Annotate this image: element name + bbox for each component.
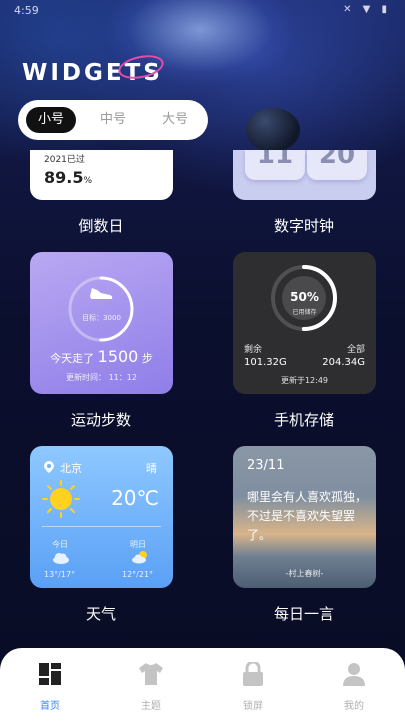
nav-profile-label: 我的 bbox=[344, 701, 364, 712]
digital-clock-label: 数字时钟 bbox=[273, 217, 334, 235]
steps-summary: 今天走了 1500 步 bbox=[50, 347, 153, 366]
clock-minute: 20 bbox=[307, 150, 367, 180]
clock-hour: 11 bbox=[245, 150, 305, 180]
storage-total-value: 204.34G bbox=[322, 357, 365, 368]
nav-theme[interactable]: 主题 bbox=[121, 662, 181, 712]
shirt-icon bbox=[139, 663, 163, 685]
steps-label: 运动步数 bbox=[70, 411, 131, 429]
weather-divider bbox=[42, 526, 161, 527]
sun-cloud-icon bbox=[132, 551, 147, 564]
planet-decoration bbox=[246, 108, 300, 152]
steps-count: 1500 bbox=[97, 347, 139, 366]
steps-update-time: 更新时间： 11：12 bbox=[66, 373, 137, 382]
countdown-percent: 89.5% bbox=[44, 168, 93, 187]
quote-label: 每日一言 bbox=[273, 605, 334, 623]
weather-city: 北京 bbox=[60, 462, 82, 475]
weather-widget[interactable]: 北京 晴 20℃ 今日 明日 13°/17° 12°/21° bbox=[30, 446, 173, 588]
sun-icon bbox=[42, 480, 80, 518]
storage-used-caption: 已用储存 bbox=[292, 309, 317, 316]
status-icons: ✕ ▼ ▮ bbox=[343, 4, 391, 15]
quote-author: -村上春树- bbox=[285, 569, 324, 578]
storage-progress-ring bbox=[271, 265, 337, 331]
storage-label: 手机存储 bbox=[273, 411, 334, 429]
lock-icon bbox=[243, 660, 263, 686]
nav-home[interactable]: 首页 bbox=[20, 662, 80, 712]
countdown-label: 倒数日 bbox=[78, 217, 124, 235]
quote-text: 哪里会有人喜欢孤独，不过是不喜欢失望罢了。 bbox=[247, 490, 368, 542]
steps-target: 目标：3000 bbox=[82, 314, 121, 322]
digital-clock-widget[interactable]: 11 20 bbox=[233, 150, 376, 200]
storage-total-label: 全部 bbox=[346, 345, 365, 355]
cloud-icon bbox=[53, 553, 69, 564]
bottom-navigation: 首页 主题 锁屏 我的 bbox=[0, 648, 405, 721]
weather-temp: 20℃ bbox=[111, 486, 159, 510]
tab-small[interactable]: 小号 bbox=[26, 107, 76, 133]
location-pin-icon bbox=[44, 461, 54, 473]
status-bar: 4:59 ✕ ▼ ▮ bbox=[14, 4, 391, 20]
nav-lockscreen[interactable]: 锁屏 bbox=[223, 660, 283, 712]
countdown-widget[interactable]: 2021已过 89.5% bbox=[30, 150, 173, 200]
storage-remaining-label: 剩余 bbox=[244, 345, 263, 355]
storage-remaining-value: 101.32G bbox=[244, 357, 287, 368]
nav-theme-label: 主题 bbox=[141, 701, 161, 712]
weather-tomorrow-range: 12°/21° bbox=[122, 570, 154, 579]
person-icon bbox=[343, 663, 365, 686]
weather-today-label: 今日 bbox=[52, 540, 68, 549]
steps-widget[interactable]: 目标：3000 今天走了 1500 步 更新时间： 11：12 bbox=[30, 252, 173, 394]
tab-large[interactable]: 大号 bbox=[150, 107, 200, 133]
weather-today-range: 13°/17° bbox=[44, 570, 76, 579]
shoe-icon bbox=[90, 288, 113, 299]
home-grid-icon bbox=[39, 663, 61, 685]
quote-date: 23/11 bbox=[247, 458, 285, 473]
quote-widget[interactable]: 23/11 哪里会有人喜欢孤独，不过是不喜欢失望罢了。 -村上春树- bbox=[233, 446, 376, 588]
storage-widget[interactable]: 50% 已用储存 剩余 全部 101.32G 204.34G 更新于12:49 bbox=[233, 252, 376, 394]
tab-medium[interactable]: 中号 bbox=[88, 107, 138, 133]
size-tab-bar: 小号 中号 大号 bbox=[18, 100, 208, 140]
countdown-caption: 2021已过 bbox=[44, 155, 85, 165]
nav-lockscreen-label: 锁屏 bbox=[243, 701, 263, 712]
storage-updated: 更新于12:49 bbox=[280, 376, 329, 385]
weather-tomorrow-label: 明日 bbox=[130, 540, 146, 549]
weather-condition: 晴 bbox=[146, 462, 157, 475]
nav-profile[interactable]: 我的 bbox=[324, 662, 384, 712]
nav-home-label: 首页 bbox=[40, 701, 60, 712]
status-time: 4:59 bbox=[14, 4, 39, 17]
storage-percent: 50% bbox=[290, 290, 319, 304]
weather-label: 天气 bbox=[85, 605, 116, 623]
